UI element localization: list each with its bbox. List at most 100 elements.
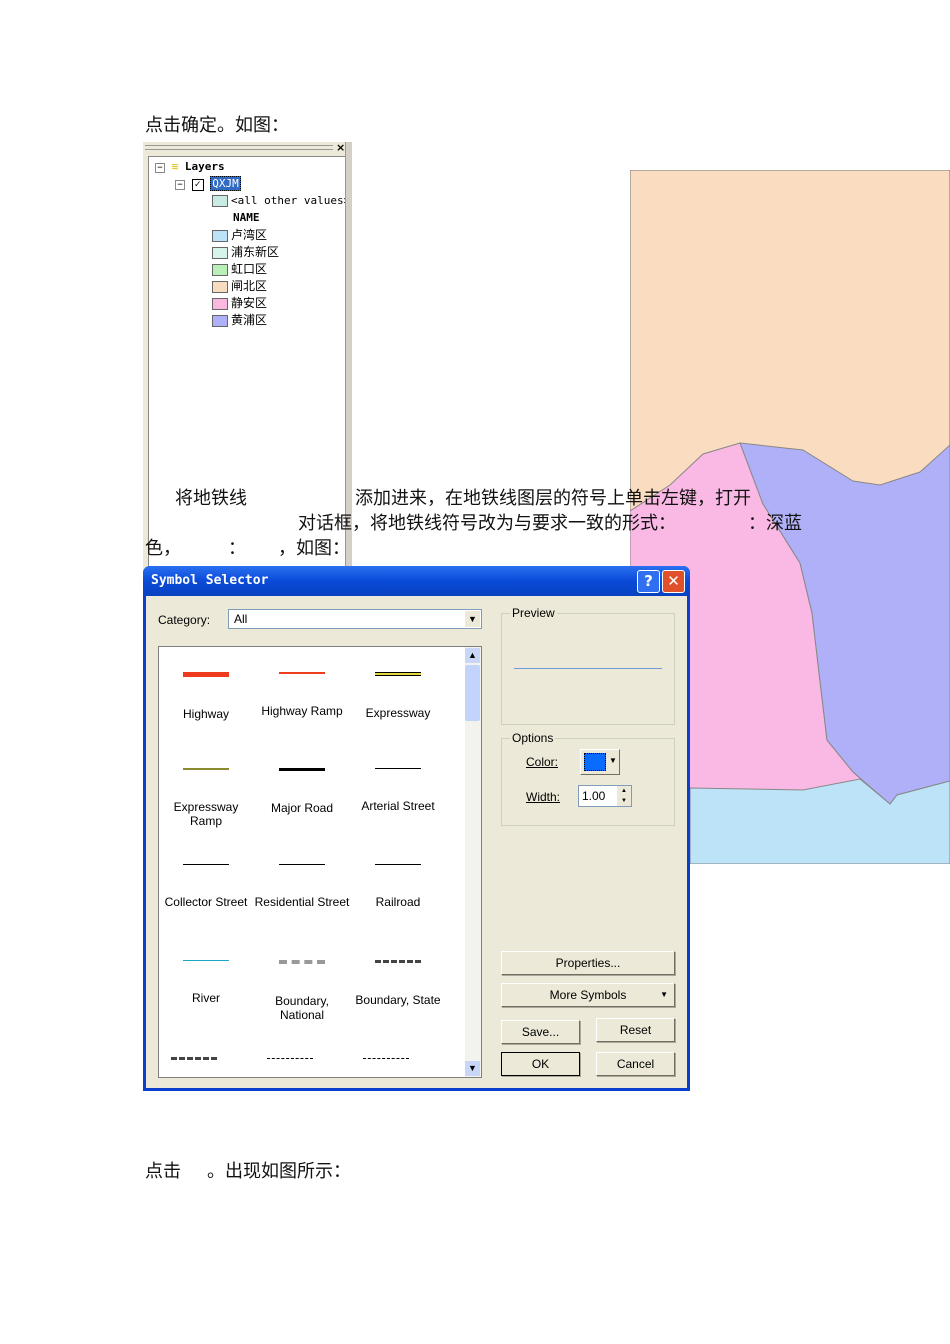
ok-button[interactable]: OK	[501, 1052, 580, 1076]
legend-item[interactable]: 卢湾区	[212, 227, 267, 243]
legend-swatch[interactable]	[212, 280, 228, 293]
legend-other-values[interactable]: <all other values>	[212, 193, 350, 209]
symbol-line-preview	[375, 768, 421, 769]
legend-item[interactable]: 虹口区	[212, 261, 267, 277]
close-icon[interactable]: ×	[336, 141, 345, 154]
legend-item[interactable]: 黄浦区	[212, 312, 267, 328]
legend-swatch[interactable]	[212, 195, 228, 207]
symbol-item[interactable]: Expressway Ramp	[159, 768, 254, 828]
preview-line	[514, 668, 662, 669]
symbol-label: Major Road	[270, 801, 334, 815]
symbol-line-preview	[279, 960, 325, 964]
symbol-item[interactable]: Expressway	[350, 672, 446, 720]
body-text: 将地铁线	[175, 488, 247, 509]
dialog-title: Symbol Selector	[151, 573, 269, 588]
reset-button[interactable]: Reset	[596, 1018, 675, 1042]
symbol-line-preview	[183, 960, 229, 961]
legend-label: 浦东新区	[231, 245, 280, 259]
symbol-line-preview	[183, 768, 229, 770]
legend-label: 卢湾区	[231, 228, 268, 242]
panel-splitter[interactable]	[345, 142, 352, 572]
help-button[interactable]: ?	[637, 570, 660, 593]
legend-field-name: NAME	[233, 211, 260, 224]
body-text: ：	[228, 538, 246, 559]
symbol-label: River	[191, 991, 220, 1005]
collapse-icon[interactable]: −	[155, 163, 165, 173]
collapse-icon[interactable]: −	[175, 180, 185, 190]
cancel-button[interactable]: Cancel	[596, 1052, 675, 1076]
symbol-label: Highway	[182, 707, 230, 721]
symbol-line-preview	[375, 960, 421, 963]
symbol-line-preview[interactable]	[363, 1058, 409, 1059]
color-picker-button[interactable]: ▼	[580, 749, 620, 775]
width-label: Width:	[526, 790, 561, 804]
symbol-line-preview	[183, 864, 229, 865]
body-text: ，如图：	[278, 538, 350, 559]
symbol-item[interactable]: Highway	[159, 672, 254, 721]
symbol-item[interactable]: Arterial Street	[350, 768, 446, 813]
legend-swatch[interactable]	[212, 246, 228, 259]
legend-label: <all other values>	[231, 194, 351, 207]
legend-item[interactable]: 闸北区	[212, 278, 267, 294]
legend-swatch[interactable]	[212, 297, 228, 310]
body-text: 添加进来，在地铁线图层的符号上单击左键，打开	[355, 488, 751, 509]
legend-swatch[interactable]	[212, 314, 228, 327]
options-group: Options Color: ▼ Width: 1.00 ▲ ▼	[501, 731, 675, 826]
symbol-label: Arterial Street	[361, 799, 435, 813]
scroll-down-icon[interactable]: ▼	[465, 1061, 480, 1076]
scroll-up-icon[interactable]: ▲	[465, 648, 480, 663]
chevron-down-icon[interactable]: ▼	[465, 611, 480, 627]
legend-swatch[interactable]	[212, 263, 228, 276]
layer-visibility-checkbox[interactable]: ✓	[191, 179, 204, 191]
symbol-item[interactable]: Highway Ramp	[254, 672, 350, 718]
properties-button[interactable]: Properties...	[501, 951, 675, 975]
body-text: ：深蓝	[748, 513, 802, 534]
color-swatch	[584, 753, 606, 771]
scroll-thumb[interactable]	[465, 665, 480, 721]
preview-label: Preview	[510, 606, 557, 620]
layer-name[interactable]: QXJM	[210, 176, 241, 191]
symbol-line-preview[interactable]	[171, 1057, 217, 1060]
tree-node-layer[interactable]: − ✓ QXJM	[175, 176, 241, 192]
intro-text: 点击确定。如图：	[145, 115, 289, 136]
symbol-label: Residential Street	[254, 895, 350, 909]
chevron-down-icon[interactable]: ▼	[609, 756, 617, 765]
legend-item[interactable]: 静安区	[212, 295, 267, 311]
scrollbar[interactable]: ▲ ▼	[465, 647, 481, 1077]
legend-label: 闸北区	[231, 279, 268, 293]
symbol-item[interactable]: Residential Street	[254, 864, 350, 909]
symbol-selector-dialog: Symbol Selector ? ✕ Category: All ▼ High…	[143, 566, 690, 1091]
layers-icon: ≋	[171, 160, 179, 173]
legend-label: 静安区	[231, 296, 268, 310]
symbol-item[interactable]: Major Road	[254, 768, 350, 815]
more-symbols-button[interactable]: More Symbols ▼	[501, 983, 675, 1007]
legend-swatch[interactable]	[212, 229, 228, 242]
category-select[interactable]: All ▼	[228, 609, 482, 629]
symbol-list[interactable]: Highway Highway Ramp Expressway Expressway …	[158, 646, 482, 1078]
symbol-item[interactable]: Boundary, National	[254, 960, 350, 1022]
symbol-line-preview[interactable]	[267, 1058, 313, 1059]
panel-grip[interactable]	[145, 145, 333, 150]
save-button[interactable]: Save...	[501, 1020, 580, 1044]
symbol-item[interactable]: River	[159, 960, 254, 1005]
symbol-label: Boundary, State	[355, 993, 441, 1007]
more-symbols-label: More Symbols	[549, 988, 627, 1002]
legend-item[interactable]: 浦东新区	[212, 244, 279, 260]
close-button[interactable]: ✕	[662, 570, 685, 593]
options-label: Options	[510, 731, 556, 745]
dialog-title-bar[interactable]: Symbol Selector ? ✕	[143, 566, 690, 596]
width-value[interactable]: 1.00	[582, 789, 605, 803]
stepper-arrows-icon[interactable]: ▲ ▼	[617, 786, 631, 806]
symbol-label: Expressway Ramp	[173, 800, 239, 828]
symbol-item[interactable]: Boundary, State	[350, 960, 446, 1007]
symbol-item[interactable]: Railroad	[350, 864, 446, 909]
symbol-label: Boundary, National	[275, 994, 329, 1022]
legend-label: 黄浦区	[231, 313, 268, 327]
symbol-item[interactable]: Collector Street	[159, 864, 254, 909]
symbol-label: Expressway	[365, 706, 431, 720]
tree-node-layers[interactable]: − ≋ Layers	[155, 159, 225, 175]
body-text: 对话框，将地铁线符号改为与要求一致的形式：	[298, 513, 676, 534]
width-stepper[interactable]: 1.00 ▲ ▼	[578, 785, 632, 807]
symbol-label: Railroad	[375, 895, 421, 909]
symbol-label: Highway Ramp	[261, 704, 343, 718]
